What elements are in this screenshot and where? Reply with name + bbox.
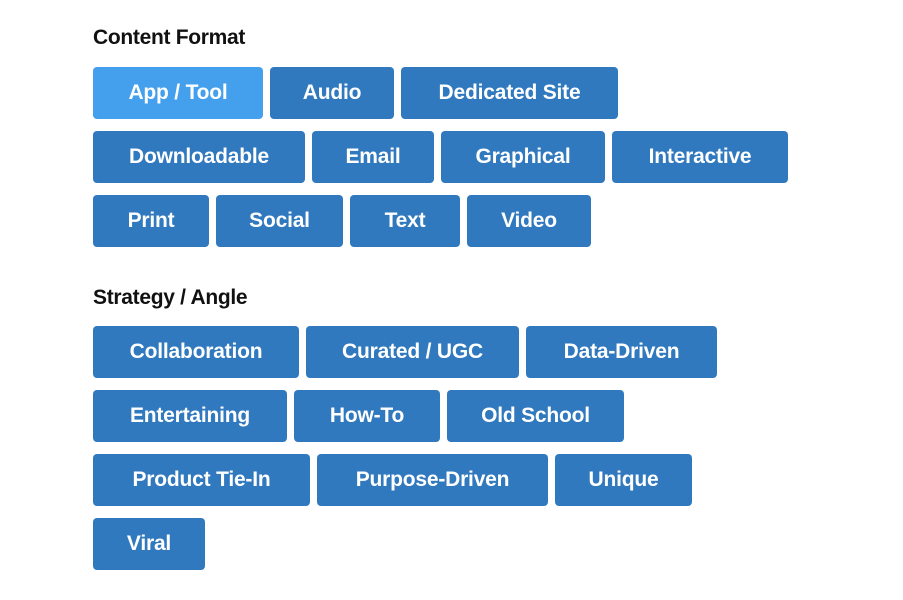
tag-old-school[interactable]: Old School <box>447 390 624 442</box>
tag-app-tool[interactable]: App / Tool <box>93 67 263 119</box>
tag-unique[interactable]: Unique <box>555 454 692 506</box>
tag-text[interactable]: Text <box>350 195 460 247</box>
tag-email[interactable]: Email <box>312 131 434 183</box>
tag-interactive[interactable]: Interactive <box>612 131 788 183</box>
tag-purpose-driven[interactable]: Purpose-Driven <box>317 454 548 506</box>
tag-video[interactable]: Video <box>467 195 591 247</box>
tag-product-tie-in[interactable]: Product Tie-In <box>93 454 310 506</box>
tag-viral[interactable]: Viral <box>93 518 205 570</box>
section-title-strategy-angle: Strategy / Angle <box>93 286 248 309</box>
tag-audio[interactable]: Audio <box>270 67 394 119</box>
tag-graphical[interactable]: Graphical <box>441 131 605 183</box>
tag-data-driven[interactable]: Data-Driven <box>526 326 717 378</box>
section-title-content-format: Content Format <box>93 26 246 49</box>
tag-collaboration[interactable]: Collaboration <box>93 326 299 378</box>
tag-social[interactable]: Social <box>216 195 343 247</box>
tag-entertaining[interactable]: Entertaining <box>93 390 287 442</box>
tag-downloadable[interactable]: Downloadable <box>93 131 305 183</box>
tag-how-to[interactable]: How-To <box>294 390 440 442</box>
tag-curated-ugc[interactable]: Curated / UGC <box>306 326 519 378</box>
tag-print[interactable]: Print <box>93 195 209 247</box>
tag-dedicated-site[interactable]: Dedicated Site <box>401 67 618 119</box>
